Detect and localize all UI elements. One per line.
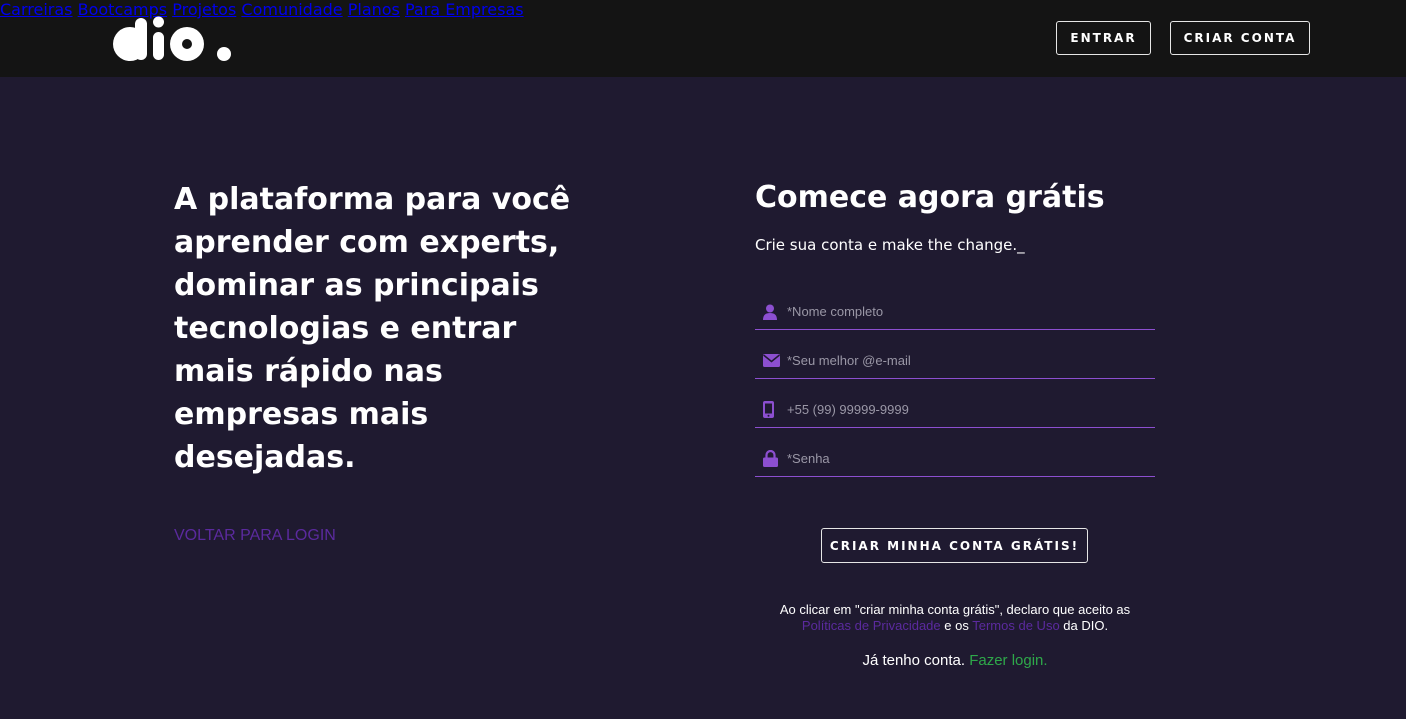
entrar-button[interactable]: ENTRAR [1056, 21, 1151, 55]
terms-and: e os [944, 618, 969, 633]
nav-comunidade[interactable]: Comunidade [241, 0, 342, 19]
fazer-login-link[interactable]: Fazer login. [969, 652, 1047, 669]
terms-notice: Ao clicar em "criar minha conta grátis",… [755, 602, 1155, 634]
terms-prefix: Ao clicar em "criar minha conta grátis",… [779, 602, 1131, 617]
password-field [755, 441, 1155, 477]
phone-field [755, 392, 1155, 428]
have-account-line: Já tenho conta. Fazer login. [755, 652, 1155, 669]
terms-suffix: da DIO. [1063, 618, 1109, 633]
password-input[interactable] [787, 443, 1147, 474]
have-account-text: Já tenho conta. [862, 652, 966, 669]
nav-planos[interactable]: Planos [348, 0, 400, 19]
top-navbar: Carreiras Bootcamps Projetos Comunidade … [0, 0, 1406, 77]
email-field [755, 343, 1155, 379]
phone-input[interactable] [787, 394, 1147, 425]
lock-icon [755, 449, 787, 469]
user-icon [755, 302, 787, 322]
envelope-icon [755, 351, 787, 371]
dio-logo[interactable] [112, 14, 236, 62]
create-free-account-button[interactable]: CRIAR MINHA CONTA GRÁTIS! [821, 528, 1088, 563]
form-title: Comece agora grátis [755, 180, 1105, 215]
back-to-login-link[interactable]: VOLTAR PARA LOGIN [174, 527, 336, 545]
nav-carreiras[interactable]: Carreiras [0, 0, 73, 19]
form-subtitle: Crie sua conta e make the change._ [755, 236, 1025, 254]
email-input[interactable] [787, 345, 1147, 376]
hero-headline: A plataforma para você aprender com expe… [174, 182, 571, 475]
terms-of-use-link[interactable]: Termos de Uso [972, 618, 1059, 633]
name-input[interactable] [787, 296, 1147, 327]
privacy-policy-link[interactable]: Políticas de Privacidade [802, 618, 941, 633]
phone-icon [755, 400, 787, 420]
nav-para-empresas[interactable]: Para Empresas [405, 0, 524, 19]
criar-conta-button[interactable]: CRIAR CONTA [1170, 21, 1310, 55]
name-field [755, 294, 1155, 330]
